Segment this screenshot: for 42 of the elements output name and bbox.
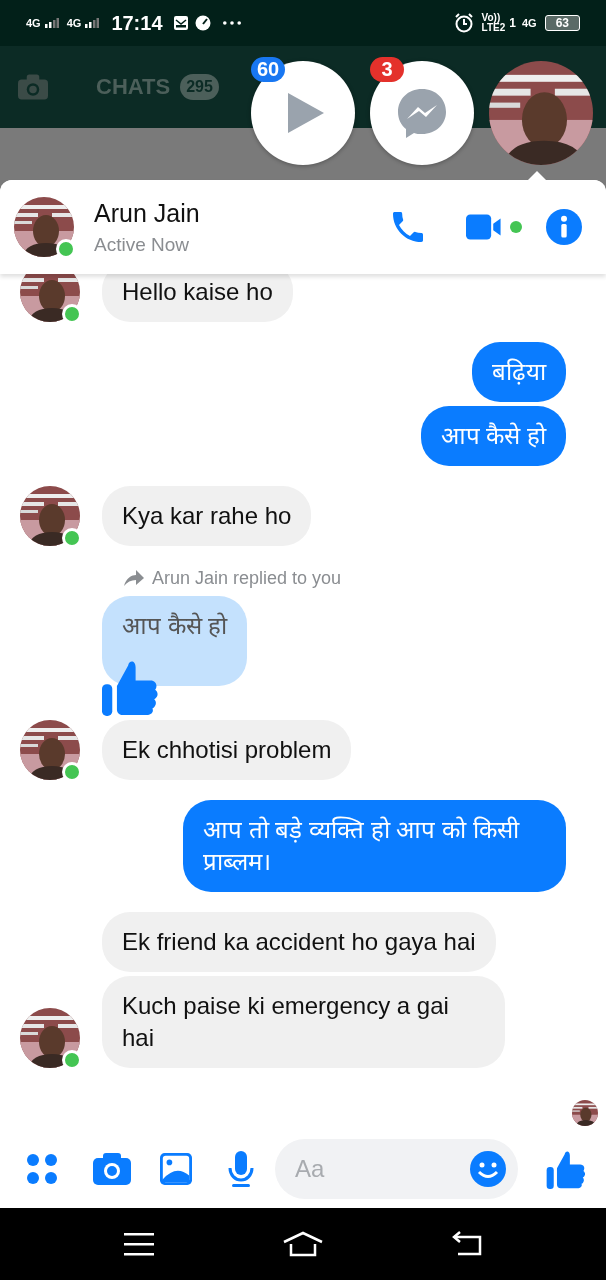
message-field[interactable]: Aa <box>275 1139 518 1199</box>
apps-icon[interactable] <box>26 1153 58 1185</box>
microphone-icon[interactable] <box>227 1151 255 1187</box>
sent-message: आप कैसे हो <box>420 406 566 466</box>
reply-note: Arun Jain replied to you <box>152 567 342 589</box>
signal-icon <box>85 18 100 28</box>
received-message: Kuch paise ki emergency a gai hai <box>102 976 505 1068</box>
home-icon[interactable] <box>283 1231 323 1257</box>
alarm-clock-icon <box>453 13 474 33</box>
battery-indicator: 63 <box>544 15 580 31</box>
back-icon[interactable] <box>451 1231 482 1257</box>
received-message: Kya kar rahe ho <box>102 486 312 546</box>
received-message: Ek chhotisi problem <box>102 720 352 780</box>
signal-icon <box>44 18 59 28</box>
unread-count: 295 <box>180 74 219 100</box>
network-label: 4G <box>66 17 82 29</box>
mail-icon <box>172 15 189 31</box>
gauge-icon <box>194 15 211 31</box>
contact-name: Arun Jain <box>94 198 201 228</box>
active-status: Active Now <box>94 233 191 256</box>
sent-message: बढ़िया <box>472 342 566 402</box>
quoted-message: आप कैसे हो <box>102 596 248 686</box>
camera-icon[interactable] <box>93 1153 131 1185</box>
camera-icon <box>18 74 48 100</box>
reply-arrow-icon <box>124 570 144 586</box>
emoji-icon[interactable] <box>470 1151 506 1187</box>
clock-time: 17:14 <box>111 11 163 35</box>
sim-label: 1 <box>509 16 516 30</box>
received-message: Ek friend ka accident ho gaya hai <box>102 912 496 972</box>
chats-tab[interactable]: CHATS <box>96 74 171 100</box>
messenger-icon <box>396 87 448 139</box>
play-icon <box>286 91 326 135</box>
image-icon[interactable] <box>160 1153 192 1185</box>
network-label: 4G <box>26 17 41 29</box>
network-label: 4G <box>521 17 537 29</box>
thumbs-up-icon[interactable] <box>546 1149 586 1189</box>
sent-message: आप तो बड़े व्यक्ति हो आप को किसी प्राब्लम। <box>183 800 566 892</box>
volte-label: Vo)) <box>481 13 501 23</box>
menu-icon[interactable] <box>124 1231 155 1257</box>
info-icon[interactable] <box>546 209 582 245</box>
more-icon <box>222 21 241 25</box>
lte-label: LTE2 <box>481 23 506 33</box>
